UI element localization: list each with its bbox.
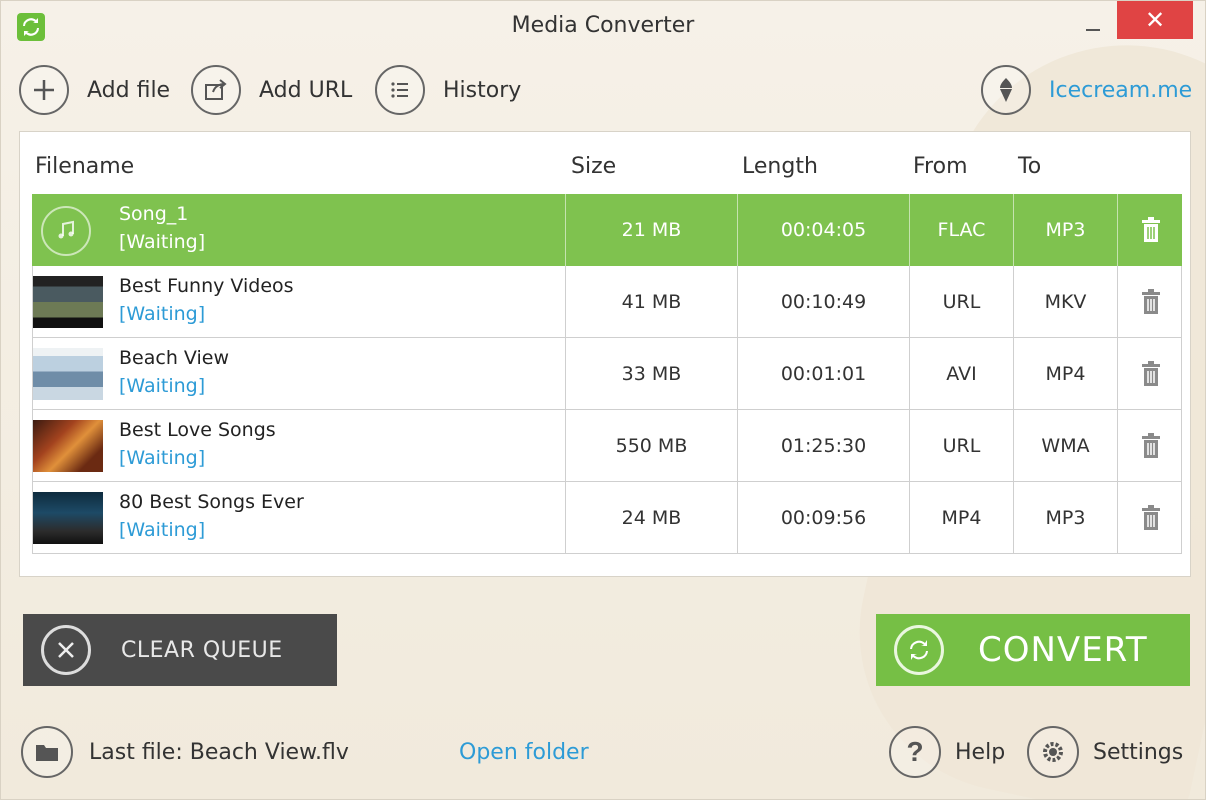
icecream-link-label: Icecream.me xyxy=(1049,77,1193,103)
table-row[interactable]: 80 Best Songs Ever [Waiting] 24 MB 00:09… xyxy=(32,482,1182,554)
header-size[interactable]: Size xyxy=(571,154,616,179)
delete-button[interactable] xyxy=(1117,482,1183,554)
help-icon: ? xyxy=(889,726,941,778)
file-length: 00:04:05 xyxy=(737,194,909,266)
list-icon xyxy=(375,65,425,115)
file-size: 41 MB xyxy=(565,266,737,338)
delete-button[interactable] xyxy=(1117,266,1183,338)
header-from[interactable]: From xyxy=(913,154,968,179)
table-row[interactable]: Beach View [Waiting] 33 MB 00:01:01 AVI … xyxy=(32,338,1182,410)
minimize-icon xyxy=(1086,29,1100,31)
target-format-select[interactable]: MKV xyxy=(1013,266,1117,338)
file-status: [Waiting] xyxy=(119,519,206,541)
source-format: URL xyxy=(909,266,1013,338)
file-name: Beach View xyxy=(119,347,229,369)
add-file-button[interactable]: Add file xyxy=(19,65,170,115)
icecream-logo-icon xyxy=(981,65,1031,115)
table-row[interactable]: Best Funny Videos [Waiting] 41 MB 00:10:… xyxy=(32,266,1182,338)
header-length[interactable]: Length xyxy=(742,154,818,179)
delete-button[interactable] xyxy=(1117,410,1183,482)
file-length: 01:25:30 xyxy=(737,410,909,482)
file-length: 00:09:56 xyxy=(737,482,909,554)
target-format-select[interactable]: WMA xyxy=(1013,410,1117,482)
trash-icon xyxy=(1141,361,1160,386)
close-icon: ✕ xyxy=(1144,6,1166,34)
settings-label: Settings xyxy=(1093,739,1184,765)
queue-table: Filename Size Length From To Song_1 [Wai… xyxy=(19,131,1191,577)
help-label: Help xyxy=(955,739,1006,765)
window-title: Media Converter xyxy=(511,13,695,38)
video-thumbnail xyxy=(33,492,103,544)
file-name: Song_1 xyxy=(119,203,189,225)
trash-icon xyxy=(1141,505,1160,530)
last-file-label: Last file: Beach View.flv xyxy=(89,739,349,765)
trash-icon xyxy=(1141,433,1160,458)
file-status: [Waiting] xyxy=(119,303,206,325)
target-format-select[interactable]: MP3 xyxy=(1013,194,1117,266)
share-icon xyxy=(191,65,241,115)
history-button[interactable]: History xyxy=(375,65,521,115)
help-button[interactable]: ? Help xyxy=(889,725,1005,779)
clear-queue-label: CLEAR QUEUE xyxy=(121,637,283,663)
video-thumbnail xyxy=(33,276,103,328)
file-size: 24 MB xyxy=(565,482,737,554)
icecream-link[interactable]: Icecream.me xyxy=(981,65,1192,115)
header-to[interactable]: To xyxy=(1018,154,1041,179)
title-bar: Media Converter ✕ xyxy=(1,1,1205,53)
source-format: MP4 xyxy=(909,482,1013,554)
video-thumbnail xyxy=(33,420,103,472)
clear-icon xyxy=(41,625,91,675)
convert-button[interactable]: CONVERT xyxy=(876,614,1190,686)
source-format: FLAC xyxy=(909,194,1013,266)
source-format: URL xyxy=(909,410,1013,482)
add-url-label: Add URL xyxy=(259,77,353,103)
open-folder-link[interactable]: Open folder xyxy=(459,725,589,779)
file-name: Best Love Songs xyxy=(119,419,276,441)
last-file-info: Last file: Beach View.flv xyxy=(21,725,349,779)
add-url-button[interactable]: Add URL xyxy=(191,65,352,115)
add-file-label: Add file xyxy=(87,77,171,103)
app-window: Media Converter ✕ Add file Add URL Histo… xyxy=(0,0,1206,800)
file-length: 00:01:01 xyxy=(737,338,909,410)
settings-button[interactable]: Settings xyxy=(1027,725,1183,779)
target-format-select[interactable]: MP4 xyxy=(1013,338,1117,410)
file-name: Best Funny Videos xyxy=(119,275,294,297)
history-label: History xyxy=(443,77,522,103)
file-size: 33 MB xyxy=(565,338,737,410)
file-status: [Waiting] xyxy=(119,447,206,469)
table-row[interactable]: Best Love Songs [Waiting] 550 MB 01:25:3… xyxy=(32,410,1182,482)
file-size: 21 MB xyxy=(565,194,737,266)
target-format-select[interactable]: MP3 xyxy=(1013,482,1117,554)
trash-icon xyxy=(1141,289,1160,314)
file-name: 80 Best Songs Ever xyxy=(119,491,304,513)
gear-icon xyxy=(1027,726,1079,778)
delete-button[interactable] xyxy=(1117,338,1183,410)
delete-button[interactable] xyxy=(1117,194,1183,266)
video-thumbnail xyxy=(33,348,103,400)
minimize-button[interactable] xyxy=(1081,13,1105,37)
file-length: 00:10:49 xyxy=(737,266,909,338)
open-folder-label: Open folder xyxy=(459,739,589,765)
plus-icon xyxy=(19,65,69,115)
music-icon xyxy=(41,206,91,256)
clear-queue-button[interactable]: CLEAR QUEUE xyxy=(23,614,337,686)
convert-icon xyxy=(894,625,944,675)
convert-label: CONVERT xyxy=(978,630,1148,670)
source-format: AVI xyxy=(909,338,1013,410)
file-size: 550 MB xyxy=(565,410,737,482)
file-status: [Waiting] xyxy=(119,375,206,397)
trash-icon xyxy=(1141,217,1160,242)
table-header: Filename Size Length From To xyxy=(20,132,1190,194)
header-filename[interactable]: Filename xyxy=(35,154,134,179)
table-row[interactable]: Song_1 [Waiting] 21 MB 00:04:05 FLAC MP3 xyxy=(32,194,1182,266)
folder-icon xyxy=(21,726,73,778)
file-status: [Waiting] xyxy=(119,231,206,253)
close-button[interactable]: ✕ xyxy=(1117,1,1193,39)
